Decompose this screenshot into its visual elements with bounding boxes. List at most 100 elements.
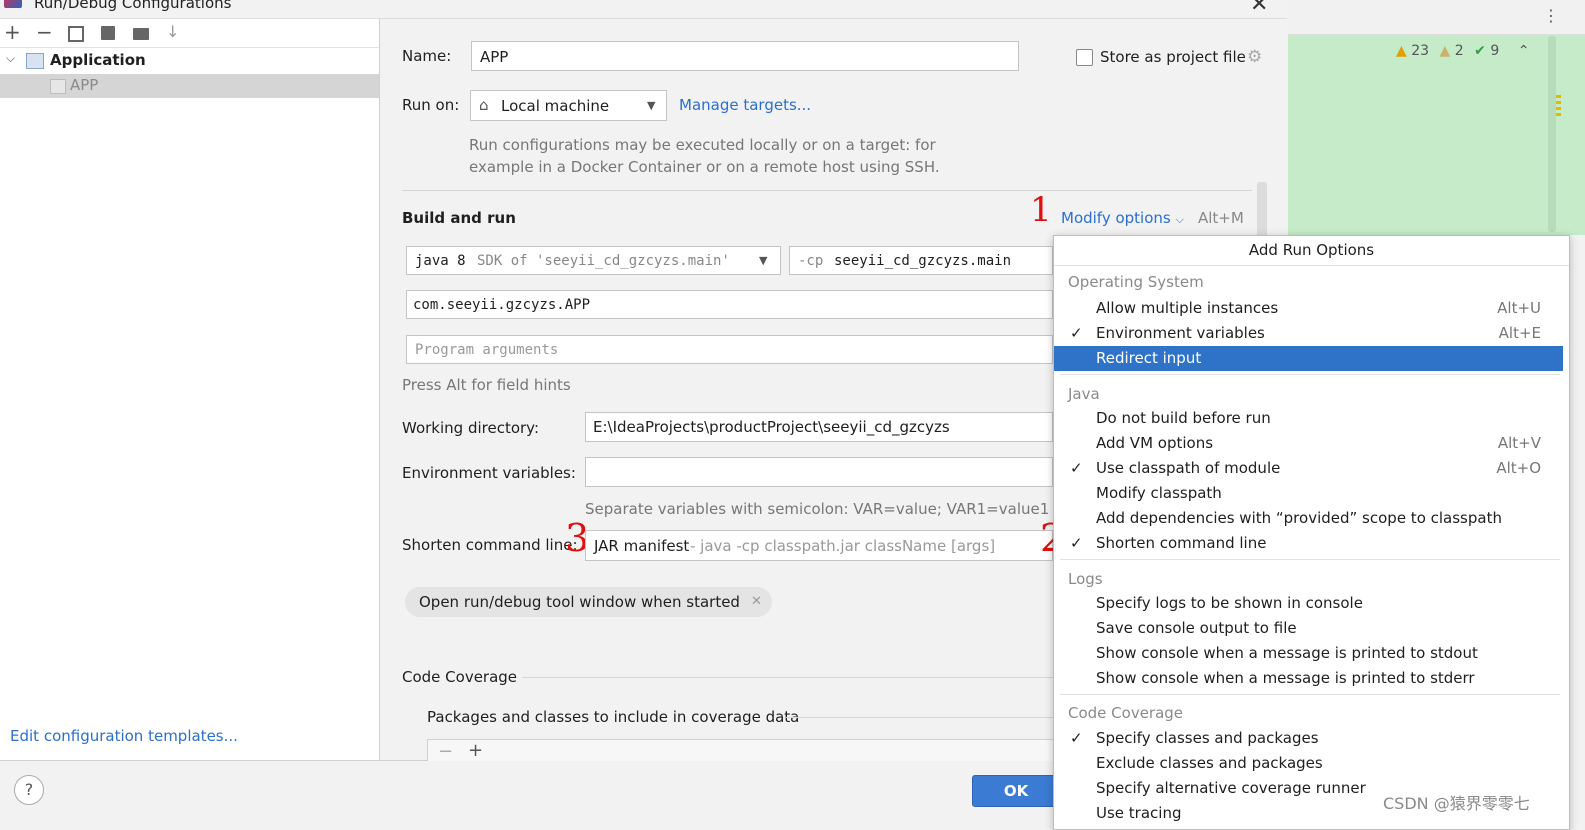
store-as-project-file-checkbox[interactable]	[1076, 49, 1093, 66]
typos-count: 9	[1490, 43, 1500, 59]
more-options-icon[interactable]: ⋮	[1543, 6, 1559, 25]
popup-option-label: Allow multiple instances	[1096, 299, 1279, 317]
shorten-command-line-dropdown[interactable]: JAR manifest - java -cp classpath.jar cl…	[585, 530, 1053, 561]
chevron-down-icon[interactable]: ⌵	[6, 51, 15, 66]
remove-icon[interactable]: −	[36, 22, 53, 42]
popup-option-label: Use classpath of module	[1096, 458, 1281, 477]
run-on-label: Run on:	[402, 96, 460, 114]
form-scrollbar[interactable]	[1257, 182, 1267, 242]
editor-tab-bar	[1288, 0, 1585, 35]
chevron-down-icon: ⌵	[1175, 213, 1184, 226]
toolbar-divider	[0, 47, 379, 48]
checkmark-icon: ✓	[1070, 533, 1083, 552]
warnings-count: 23	[1411, 43, 1430, 59]
popup-group-header: Code Coverage	[1068, 704, 1184, 722]
remove-icon[interactable]: −	[438, 741, 453, 762]
popup-option[interactable]: Do not build before run	[1054, 406, 1563, 431]
modify-options-link[interactable]: Modify options ⌵	[1061, 209, 1184, 227]
jdk-hint: SDK of 'seeyii_cd_gzcyzs.main'	[477, 253, 730, 269]
popup-option[interactable]: Show console when a message is printed t…	[1054, 641, 1563, 666]
add-run-options-popup: Add Run Options Operating System Allow mu…	[1053, 235, 1570, 830]
popup-option-label: Redirect input	[1096, 348, 1202, 367]
weak-warning-icon: ▲	[1439, 43, 1451, 59]
popup-title: Add Run Options	[1248, 241, 1375, 259]
popup-title-divider	[1054, 265, 1569, 266]
sort-icon[interactable]: ↓	[166, 22, 179, 41]
popup-option[interactable]: Add VM options Alt+V	[1054, 431, 1563, 456]
popup-option[interactable]: Allow multiple instances Alt+U	[1054, 296, 1563, 321]
save-icon[interactable]	[101, 26, 115, 40]
edit-configuration-templates-link[interactable]: Edit configuration templates...	[10, 727, 238, 745]
popup-option[interactable]: Add dependencies with “provided” scope t…	[1054, 506, 1563, 531]
add-icon[interactable]: +	[4, 22, 21, 42]
help-button[interactable]: ?	[14, 775, 44, 805]
popup-option[interactable]: Show console when a message is printed t…	[1054, 666, 1563, 691]
dropdown-arrow-icon: ▼	[759, 254, 768, 267]
popup-option-label: Modify classpath	[1096, 483, 1222, 502]
add-icon[interactable]: +	[468, 740, 483, 761]
chevron-up-icon[interactable]: ⌃	[1518, 43, 1530, 59]
popup-option-label: Add VM options	[1096, 433, 1214, 452]
popup-group-divider	[1060, 559, 1560, 560]
popup-option-shortcut: Alt+E	[1498, 323, 1541, 342]
coverage-packages-label: Packages and classes to include in cover…	[427, 708, 800, 726]
run-on-dropdown[interactable]: ⌂ Local machine ▼	[470, 90, 667, 121]
gear-icon[interactable]: ⚙	[1247, 47, 1262, 67]
popup-option[interactable]: Save console output to file	[1054, 616, 1563, 641]
dialog-footer	[0, 760, 1053, 829]
popup-option[interactable]: Modify classpath	[1054, 481, 1563, 506]
modify-options-shortcut: Alt+M	[1198, 209, 1244, 227]
classpath-module-field[interactable]: -cp seeyii_cd_gzcyzs.main	[789, 246, 1053, 275]
run-on-hint-line1: Run configurations may be executed local…	[469, 136, 936, 154]
editor-background	[1288, 0, 1585, 235]
working-directory-input[interactable]: E:\IdeaProjects\productProject\seeyii_cd…	[585, 412, 1053, 442]
popup-option-label: Show console when a message is printed t…	[1096, 643, 1478, 662]
shorten-command-line-hint: - java -cp classpath.jar className [args…	[690, 537, 996, 555]
tree-node-app[interactable]: APP	[70, 76, 98, 94]
popup-option[interactable]: ✓ Environment variables Alt+E	[1054, 321, 1563, 346]
application-folder-icon	[26, 53, 44, 69]
folder-add-icon[interactable]	[133, 28, 149, 40]
config-file-icon	[50, 79, 66, 94]
editor-status-bar[interactable]: ▲ 23 ▲ 2 ✔ 9 ⌃ ⌄	[1396, 43, 1558, 59]
section-divider	[402, 190, 1252, 191]
popup-option[interactable]: Redirect input	[1054, 345, 1563, 371]
popup-option[interactable]: ✓ Shorten command line	[1054, 531, 1563, 556]
popup-option-label: Environment variables	[1096, 323, 1265, 342]
popup-option-label: Add dependencies with “provided” scope t…	[1096, 508, 1502, 527]
environment-variables-input[interactable]	[585, 457, 1053, 487]
ok-button[interactable]: OK	[972, 775, 1060, 807]
manage-targets-link[interactable]: Manage targets...	[679, 96, 811, 114]
code-coverage-divider	[522, 677, 1053, 678]
working-directory-value: E:\IdeaProjects\productProject\seeyii_cd…	[593, 418, 950, 436]
checkmark-icon: ✓	[1070, 458, 1083, 477]
popup-option[interactable]: Specify logs to be shown in console	[1054, 591, 1563, 616]
name-input[interactable]: APP	[471, 41, 1019, 71]
copy-icon[interactable]	[68, 26, 84, 42]
editor-scrollbar[interactable]	[1548, 36, 1556, 232]
tree-node-application[interactable]: Application	[50, 51, 146, 69]
popup-option-label: Exclude classes and packages	[1096, 753, 1323, 772]
shorten-command-line-value: JAR manifest	[594, 537, 690, 555]
field-hints-text: Press Alt for field hints	[402, 376, 571, 394]
program-arguments-input[interactable]: Program arguments	[406, 335, 1053, 364]
working-directory-label: Working directory:	[402, 419, 540, 437]
build-and-run-heading: Build and run	[402, 209, 516, 227]
main-class-value: com.seeyii.gzcyzs.APP	[413, 297, 591, 313]
open-tool-window-tag[interactable]: Open run/debug tool window when started …	[405, 587, 772, 617]
jdk-value: java 8	[415, 253, 466, 269]
main-class-input[interactable]: com.seeyii.gzcyzs.APP	[406, 290, 1053, 319]
shorten-command-line-label: Shorten command line:	[402, 536, 578, 554]
popup-option[interactable]: ✓ Specify classes and packages	[1054, 726, 1563, 751]
popup-option-label: Specify alternative coverage runner	[1096, 778, 1366, 797]
popup-option[interactable]: ✓ Use classpath of module Alt+O	[1054, 456, 1563, 481]
watermark: CSDN @猿界零零七	[1383, 794, 1530, 813]
popup-group-header: Java	[1068, 385, 1100, 403]
typo-check-icon: ✔	[1474, 43, 1486, 59]
popup-option-label: Specify logs to be shown in console	[1096, 594, 1363, 612]
environment-variables-hint: Separate variables with semicolon: VAR=v…	[585, 500, 1050, 518]
popup-option[interactable]: Exclude classes and packages	[1054, 751, 1563, 776]
remove-tag-icon[interactable]: ✕	[751, 587, 762, 617]
jdk-dropdown[interactable]: java 8 SDK of 'seeyii_cd_gzcyzs.main' ▼	[406, 246, 781, 275]
close-icon[interactable]: ✕	[1250, 0, 1268, 17]
